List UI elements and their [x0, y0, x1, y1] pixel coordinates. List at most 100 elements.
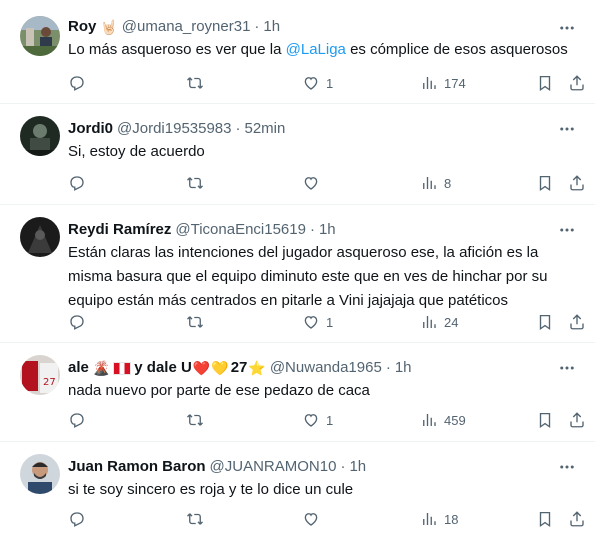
- tweet-text-line: misma basura que el equipo diminuto este…: [68, 268, 548, 285]
- tweet-text-part: es cómplice de esos asqueroso​s: [345, 41, 568, 58]
- like-button[interactable]: [302, 509, 326, 529]
- tweet-text-line: equipo están más centrados en pitarle a …: [68, 292, 509, 309]
- retweet-button[interactable]: [186, 410, 204, 430]
- more-icon[interactable]: [557, 358, 577, 378]
- tweet-text: Si, estoy de acuerdo: [68, 143, 205, 160]
- reply-button[interactable]: [68, 173, 86, 193]
- avatar[interactable]: 27: [20, 355, 60, 395]
- display-name-part[interactable]: y dale U: [134, 358, 192, 378]
- share-icon: [570, 314, 584, 330]
- display-name-part[interactable]: ale: [68, 358, 89, 378]
- heart-icon: [304, 316, 318, 329]
- tweet-item[interactable]: Jordi0 @Jordi19535983 · 52min Si, estoy …: [0, 104, 595, 205]
- handle[interactable]: @umana_royner31: [122, 17, 251, 37]
- views-button[interactable]: 174: [420, 73, 466, 93]
- avatar[interactable]: [20, 217, 60, 257]
- tweet-text: Están claras las intenciones del jugador…: [68, 241, 580, 313]
- handle[interactable]: @JUANRAMON10: [210, 457, 337, 477]
- tweet-actions: 1 24: [68, 312, 588, 332]
- heart-icon: [304, 177, 318, 190]
- tweet-item[interactable]: 27 ale 🌋 y dale U ❤️ 💛 27 ⭐ @Nuwanda1965…: [0, 343, 595, 442]
- bookmark-icon: [539, 511, 551, 528]
- separator-dot: ·: [340, 458, 346, 475]
- display-name[interactable]: Jordi0: [68, 119, 113, 139]
- star-emoji: ⭐: [248, 360, 266, 376]
- avatar[interactable]: [20, 454, 60, 494]
- reply-button[interactable]: [68, 410, 86, 430]
- views-button[interactable]: 8: [420, 173, 451, 193]
- reply-icon: [70, 512, 84, 527]
- more-icon[interactable]: [557, 457, 577, 477]
- views-count: 18: [444, 511, 459, 527]
- red-heart-emoji: ❤️: [192, 360, 211, 376]
- retweet-button[interactable]: [186, 312, 204, 332]
- heart-icon: [304, 513, 318, 526]
- avatar[interactable]: [20, 16, 60, 56]
- tweet-item[interactable]: Reydi Ramírez @TiconaEnci15619 · 1h Está…: [0, 205, 595, 343]
- views-icon: [423, 414, 436, 426]
- yellow-heart-emoji: 💛: [211, 360, 229, 376]
- tweet-actions: 8: [68, 173, 588, 193]
- tweet-text-line: Están claras las intenciones del jugador…: [68, 244, 539, 261]
- more-icon[interactable]: [557, 119, 577, 139]
- reply-button[interactable]: [68, 73, 86, 93]
- share-button[interactable]: [568, 509, 586, 529]
- share-button[interactable]: [568, 73, 586, 93]
- retweet-icon: [187, 513, 203, 525]
- views-button[interactable]: 24: [420, 312, 458, 332]
- more-icon[interactable]: [557, 18, 577, 38]
- timestamp[interactable]: 1h: [319, 220, 336, 240]
- timestamp[interactable]: 1h: [395, 358, 412, 378]
- like-button[interactable]: 1: [302, 410, 333, 430]
- timestamp[interactable]: 52min: [245, 119, 286, 139]
- views-button[interactable]: 18: [420, 509, 458, 529]
- display-name-part[interactable]: 27: [231, 358, 248, 378]
- share-icon: [570, 511, 584, 527]
- tweet-actions: 1 174: [68, 73, 588, 93]
- tweet-header: Juan Ramon Baron @JUANRAMON10 · 1h: [68, 457, 366, 477]
- views-icon: [423, 513, 436, 525]
- heart-icon: [304, 414, 318, 427]
- views-count: 24: [444, 314, 459, 330]
- share-button[interactable]: [568, 410, 586, 430]
- mention-link[interactable]: @LaLiga: [286, 41, 346, 58]
- like-button[interactable]: [302, 173, 326, 193]
- display-name[interactable]: Roy: [68, 17, 96, 37]
- timestamp[interactable]: 1h: [349, 457, 366, 477]
- display-name[interactable]: Reydi Ramírez: [68, 220, 171, 240]
- handle[interactable]: @TiconaEnci15619: [175, 220, 306, 240]
- display-name[interactable]: Juan Ramon Baron: [68, 457, 206, 477]
- bookmark-icon: [539, 175, 551, 192]
- views-button[interactable]: 459: [420, 410, 466, 430]
- retweet-button[interactable]: [186, 73, 204, 93]
- bookmark-button[interactable]: [536, 509, 554, 529]
- like-button[interactable]: 1: [302, 312, 333, 332]
- views-count: 174: [444, 75, 466, 91]
- more-icon[interactable]: [557, 220, 577, 240]
- reply-button[interactable]: [68, 509, 86, 529]
- share-button[interactable]: [568, 312, 586, 332]
- views-icon: [423, 177, 436, 189]
- retweet-button[interactable]: [186, 509, 204, 529]
- bookmark-button[interactable]: [536, 312, 554, 332]
- tweet-header: ale 🌋 y dale U ❤️ 💛 27 ⭐ @Nuwanda1965 · …: [68, 358, 412, 378]
- share-button[interactable]: [568, 173, 586, 193]
- tweet-item[interactable]: Juan Ramon Baron @JUANRAMON10 · 1h si te…: [0, 442, 595, 542]
- svg-text:27: 27: [43, 377, 56, 388]
- handle[interactable]: @Nuwanda1965: [270, 358, 382, 378]
- avatar[interactable]: [20, 116, 60, 156]
- bookmark-button[interactable]: [536, 410, 554, 430]
- bookmark-button[interactable]: [536, 73, 554, 93]
- bookmark-button[interactable]: [536, 173, 554, 193]
- reply-icon: [70, 176, 84, 191]
- retweet-button[interactable]: [186, 173, 204, 193]
- tweet-header: Reydi Ramírez @TiconaEnci15619 · 1h: [68, 220, 336, 240]
- timestamp[interactable]: 1h: [263, 17, 280, 37]
- like-button[interactable]: 1: [302, 73, 333, 93]
- views-count: 8: [444, 175, 452, 191]
- retweet-icon: [187, 316, 203, 328]
- reply-button[interactable]: [68, 312, 86, 332]
- handle[interactable]: @Jordi19535983: [117, 119, 231, 139]
- peru-flag-icon: [113, 361, 132, 375]
- tweet-item[interactable]: Roy 🤘🏻 @umana_royner31 · 1h Lo más asque…: [0, 0, 595, 104]
